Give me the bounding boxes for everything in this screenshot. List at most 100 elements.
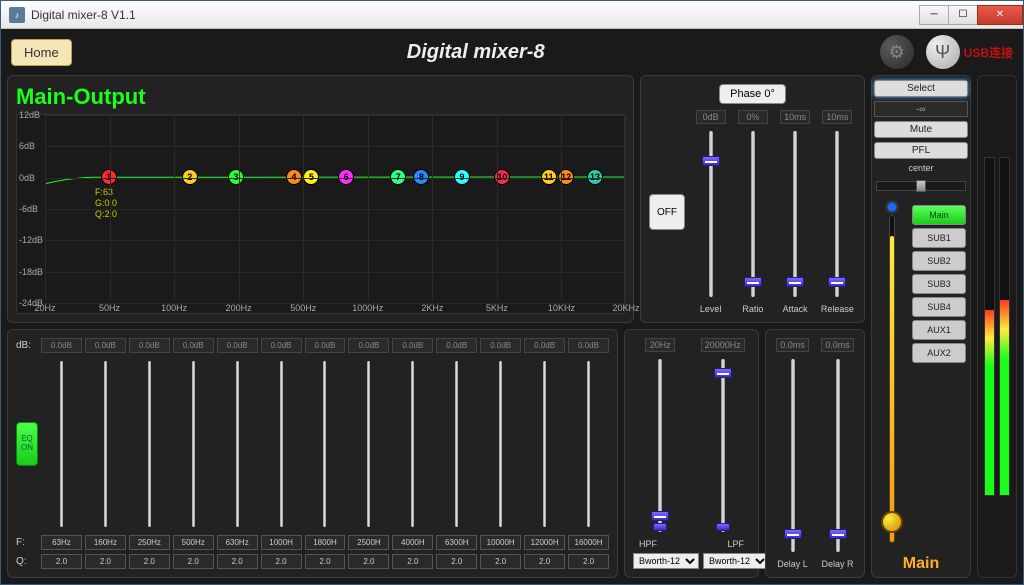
pan-label: center	[874, 163, 968, 173]
band-f-2[interactable]: 250Hz	[129, 535, 170, 550]
band-q-5[interactable]: 2.0	[261, 554, 302, 569]
band-slider-7[interactable]	[348, 357, 389, 531]
bus-button-sub1[interactable]: SUB1	[912, 228, 966, 248]
band-q-9[interactable]: 2.0	[436, 554, 477, 569]
home-button[interactable]: Home	[11, 39, 72, 66]
mute-button[interactable]: Mute	[874, 121, 968, 138]
settings-button[interactable]: ⚙	[880, 35, 914, 69]
band-slider-5[interactable]	[261, 357, 302, 531]
band-q-2[interactable]: 2.0	[129, 554, 170, 569]
comp-val: 10ms	[822, 110, 852, 124]
lpf-slider[interactable]: 20000Hz	[696, 338, 751, 536]
band-db-1[interactable]: 0.0dB	[85, 338, 126, 353]
band-db-2[interactable]: 0.0dB	[129, 338, 170, 353]
lpf-label: LPF	[727, 539, 744, 549]
band-f-11[interactable]: 12000H	[524, 535, 565, 550]
band-db-12[interactable]: 0.0dB	[568, 338, 609, 353]
bus-button-sub3[interactable]: SUB3	[912, 274, 966, 294]
comp-level-slider[interactable]: 0dBLevel	[692, 110, 729, 314]
band-q-12[interactable]: 2.0	[568, 554, 609, 569]
band-db-9[interactable]: 0.0dB	[436, 338, 477, 353]
bus-button-aux1[interactable]: AUX1	[912, 320, 966, 340]
bus-button-main[interactable]: Main	[912, 205, 966, 225]
meter-right	[999, 157, 1010, 497]
delay-r-value: 0.0ms	[821, 338, 854, 352]
band-q-3[interactable]: 2.0	[173, 554, 214, 569]
band-db-0[interactable]: 0.0dB	[41, 338, 82, 353]
band-q-4[interactable]: 2.0	[217, 554, 258, 569]
close-button[interactable]: ✕	[977, 5, 1023, 25]
delay-r-slider[interactable]: 0.0ms Delay R	[819, 338, 856, 569]
minimize-button[interactable]: ─	[919, 5, 949, 25]
band-q-0[interactable]: 2.0	[41, 554, 82, 569]
band-q-7[interactable]: 2.0	[348, 554, 389, 569]
band-q-6[interactable]: 2.0	[305, 554, 346, 569]
band-slider-11[interactable]	[524, 357, 565, 531]
compressor-off-button[interactable]: OFF	[649, 194, 685, 230]
comp-lab: Release	[821, 304, 854, 314]
band-q-8[interactable]: 2.0	[392, 554, 433, 569]
comp-ratio-slider[interactable]: 0%Ratio	[734, 110, 771, 314]
comp-release-slider[interactable]: 10ms Release	[819, 110, 856, 314]
eq-on-button[interactable]: EQ ON	[16, 422, 38, 466]
x-tick: 20Hz	[34, 303, 55, 313]
phase-button[interactable]: Phase 0°	[719, 84, 786, 104]
band-slider-1[interactable]	[85, 357, 126, 531]
band-slider-4[interactable]	[217, 357, 258, 531]
band-slider-10[interactable]	[480, 357, 521, 531]
x-tick: 500Hz	[290, 303, 316, 313]
bus-button-sub4[interactable]: SUB4	[912, 297, 966, 317]
band-f-8[interactable]: 4000H	[392, 535, 433, 550]
band-q-1[interactable]: 2.0	[85, 554, 126, 569]
band-f-6[interactable]: 1800H	[305, 535, 346, 550]
band-q-10[interactable]: 2.0	[480, 554, 521, 569]
comp-val: 0%	[738, 110, 768, 124]
eq-graph[interactable]: F:63 G:0.0 Q:2.0 12345678910111213 12dB6…	[16, 114, 625, 314]
lpf-type-select[interactable]: Bworth-12	[703, 553, 769, 569]
bus-button-sub2[interactable]: SUB2	[912, 251, 966, 271]
band-db-4[interactable]: 0.0dB	[217, 338, 258, 353]
delay-l-slider[interactable]: 0.0ms Delay L	[774, 338, 811, 569]
hpf-slider[interactable]: 20Hz	[633, 338, 688, 536]
band-f-12[interactable]: 16000H	[568, 535, 609, 550]
band-db-11[interactable]: 0.0dB	[524, 338, 565, 353]
band-db-3[interactable]: 0.0dB	[173, 338, 214, 353]
hpf-type-select[interactable]: Bworth-12	[633, 553, 699, 569]
delay-r-label: Delay R	[821, 559, 853, 569]
band-db-8[interactable]: 0.0dB	[392, 338, 433, 353]
pfl-button[interactable]: PFL	[874, 142, 968, 159]
band-slider-3[interactable]	[173, 357, 214, 531]
band-slider-12[interactable]	[568, 357, 609, 531]
band-f-3[interactable]: 500Hz	[173, 535, 214, 550]
band-f-5[interactable]: 1000H	[261, 535, 302, 550]
band-db-6[interactable]: 0.0dB	[305, 338, 346, 353]
x-tick: 20KHz	[612, 303, 639, 313]
channel-strip: Select -∞ Mute PFL center MainSUB1SUB2SU…	[871, 75, 971, 578]
band-f-1[interactable]: 160Hz	[85, 535, 126, 550]
usb-status: USB连接	[964, 44, 1013, 61]
band-db-10[interactable]: 0.0dB	[480, 338, 521, 353]
band-slider-8[interactable]	[392, 357, 433, 531]
main-fader[interactable]	[876, 203, 908, 543]
select-button[interactable]: Select	[874, 80, 968, 97]
band-slider-9[interactable]	[436, 357, 477, 531]
delay-l-value: 0.0ms	[776, 338, 809, 352]
band-f-9[interactable]: 6300H	[436, 535, 477, 550]
band-f-7[interactable]: 2500H	[348, 535, 389, 550]
band-f-0[interactable]: 63Hz	[41, 535, 82, 550]
signal-led	[888, 203, 896, 211]
x-tick: 100Hz	[161, 303, 187, 313]
band-q-11[interactable]: 2.0	[524, 554, 565, 569]
pan-slider[interactable]	[876, 181, 966, 191]
band-db-5[interactable]: 0.0dB	[261, 338, 302, 353]
bus-button-aux2[interactable]: AUX2	[912, 343, 966, 363]
band-slider-0[interactable]	[41, 357, 82, 531]
y-tick: 12dB	[19, 110, 40, 120]
band-db-7[interactable]: 0.0dB	[348, 338, 389, 353]
band-f-4[interactable]: 630Hz	[217, 535, 258, 550]
comp-attack-slider[interactable]: 10msAttack	[777, 110, 814, 314]
band-slider-2[interactable]	[129, 357, 170, 531]
maximize-button[interactable]: ☐	[948, 5, 978, 25]
band-slider-6[interactable]	[305, 357, 346, 531]
band-f-10[interactable]: 10000H	[480, 535, 521, 550]
